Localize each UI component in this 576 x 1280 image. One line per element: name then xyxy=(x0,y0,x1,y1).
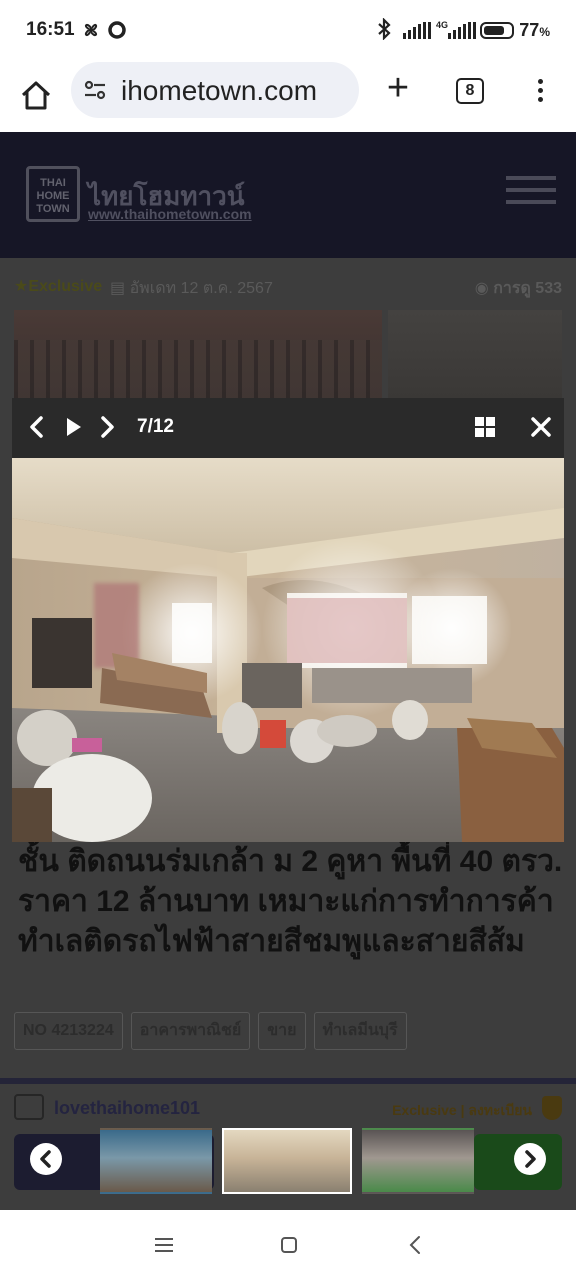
listing-title: ชั้น ติดถนนร่มเกล้า ม 2 คูหา พื้นที่ 40 … xyxy=(18,845,563,958)
network-type-label: 4G xyxy=(436,20,449,30)
system-nav-bar xyxy=(0,1210,576,1280)
agent-badge: Exclusive | ลงทะเบียน xyxy=(392,1102,532,1118)
strip-prev-icon[interactable] xyxy=(30,1143,62,1175)
play-icon[interactable] xyxy=(58,412,88,442)
site-logo-url[interactable]: www.thaihometown.com xyxy=(88,206,252,222)
tag-sale[interactable]: ขาย xyxy=(258,1012,306,1050)
exclusive-badge: ★Exclusive xyxy=(14,278,103,295)
prev-icon[interactable] xyxy=(22,412,52,442)
lightbox-photo[interactable] xyxy=(12,458,564,842)
hamburger-menu-icon[interactable] xyxy=(506,176,556,208)
home-icon[interactable] xyxy=(16,76,56,116)
battery-icon xyxy=(480,22,514,39)
tag-location[interactable]: ทำเลมีนบุรี xyxy=(313,1012,407,1050)
verified-shield-icon xyxy=(542,1096,562,1120)
thumbnail-7[interactable] xyxy=(222,1128,352,1194)
url-bar[interactable]: ihometown.com xyxy=(71,62,359,118)
agent-row: lovethaihome101 Exclusive | ลงทะเบียน xyxy=(14,1094,562,1124)
view-count: ◉ การดู 533 xyxy=(474,280,562,297)
menu-dots-icon[interactable] xyxy=(530,76,550,106)
home-nav-icon[interactable] xyxy=(277,1234,301,1256)
status-time: 16:51 xyxy=(26,19,75,40)
listing-tags: NO 4213224 อาคารพาณิชย์ ขาย ทำเลมีนบุรี xyxy=(14,1012,407,1050)
room-photo xyxy=(12,458,564,842)
agent-card-icon xyxy=(14,1094,44,1120)
signal-icon xyxy=(403,22,431,39)
url-text[interactable]: ihometown.com xyxy=(121,75,317,107)
tab-switcher-icon[interactable]: 8 xyxy=(456,78,484,104)
updated-date: ▤ อัพเดท 12 ต.ค. 2567 xyxy=(110,280,273,297)
bluetooth-icon xyxy=(378,18,391,40)
strip-next-icon[interactable] xyxy=(514,1143,546,1175)
recents-icon[interactable] xyxy=(152,1234,176,1256)
thumbnail-strip xyxy=(0,1128,576,1194)
circle-status-icon xyxy=(108,21,126,39)
listing-meta: ★Exclusive ▤ อัพเดท 12 ต.ค. 2567 ◉ การดู… xyxy=(14,274,562,298)
tag-property-type[interactable]: อาคารพาณิชย์ xyxy=(130,1012,251,1050)
signal-icon-2 xyxy=(448,22,476,39)
close-icon[interactable] xyxy=(526,412,556,442)
site-header: THAI HOME TOWN ไทยโฮมทาวน์ www.thaihomet… xyxy=(0,132,576,258)
next-icon[interactable] xyxy=(92,412,122,442)
agent-name[interactable]: lovethaihome101 xyxy=(54,1098,200,1119)
section-divider xyxy=(0,1078,576,1084)
lightbox-toolbar: 7/12 xyxy=(12,398,564,458)
browser-toolbar: ihometown.com + 8 xyxy=(0,60,576,132)
site-logo[interactable]: THAI HOME TOWN xyxy=(26,166,80,222)
back-icon[interactable] xyxy=(404,1234,428,1256)
tag-id[interactable]: NO 4213224 xyxy=(14,1012,123,1050)
grid-icon[interactable] xyxy=(470,412,500,442)
status-bar: 16:51 4G 77% xyxy=(0,0,576,60)
battery-percent: 77% xyxy=(519,20,550,40)
thumbnail-6[interactable] xyxy=(100,1128,212,1194)
site-settings-icon[interactable] xyxy=(81,76,109,104)
fan-icon xyxy=(84,23,98,37)
lightbox-counter: 7/12 xyxy=(137,416,174,437)
thumbnail-8[interactable] xyxy=(362,1128,474,1194)
new-tab-icon[interactable]: + xyxy=(381,69,415,107)
